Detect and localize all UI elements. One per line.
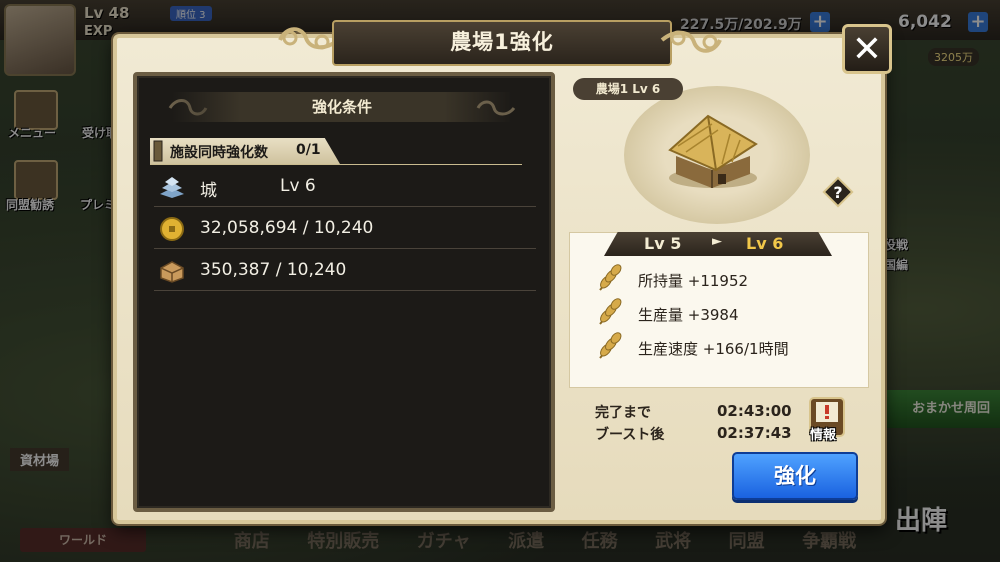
requirement-row-wood: 350,387 / 10,240	[154, 252, 536, 291]
modal-title: 農場1強化	[332, 20, 672, 66]
requirement-name: 城	[200, 181, 217, 201]
building-name-level: 農場1 Lv 6	[573, 78, 683, 100]
wheat-icon	[599, 298, 622, 325]
conditions-header: 強化条件	[172, 92, 512, 122]
complete-time-label: 完了まで	[595, 405, 651, 421]
header-ornament-right-icon	[476, 100, 516, 116]
level-from: Lv 5	[644, 234, 682, 253]
wheat-icon	[599, 332, 622, 359]
gold-coin-icon	[160, 217, 184, 241]
stat-row-capacity: 所持量 +11952	[594, 262, 864, 296]
wood-icon	[160, 261, 184, 283]
requirement-wood-amount: 350,387 / 10,240	[200, 260, 347, 280]
requirement-row-castle: 城 Lv 6	[154, 168, 536, 207]
requirement-level: Lv 6	[280, 176, 316, 196]
farm-building-icon	[668, 114, 758, 188]
castle-icon	[160, 177, 184, 198]
stat-text: 生産量 +3984	[638, 306, 739, 324]
upgrade-button[interactable]: 強化	[732, 452, 858, 500]
title-ornament-right-icon	[660, 30, 722, 53]
stat-text: 生産速度 +166/1時間	[638, 340, 789, 358]
level-arrow-icon: ►	[712, 234, 722, 249]
wheat-icon	[599, 264, 622, 291]
info-label[interactable]: 情報	[810, 424, 836, 443]
stat-row-rate: 生産速度 +166/1時間	[594, 330, 864, 364]
simultaneous-upgrade-label: 施設同時強化数	[170, 145, 268, 161]
requirement-row-gold: 32,058,694 / 10,240	[154, 210, 536, 249]
complete-time-value: 02:43:00	[717, 402, 792, 420]
tag-marker-icon	[153, 140, 163, 162]
simultaneous-upgrade-value: 0/1	[296, 142, 321, 158]
requirement-gold-amount: 32,058,694 / 10,240	[200, 218, 374, 238]
close-button[interactable]: ✕	[842, 24, 892, 74]
help-glyph: ?	[833, 183, 842, 202]
boost-time-value: 02:37:43	[717, 424, 792, 442]
stat-text: 所持量 +11952	[638, 272, 749, 290]
help-icon[interactable]: ?	[822, 176, 854, 208]
boost-time-label: ブースト後	[595, 427, 665, 443]
stat-row-production: 生産量 +3984	[594, 296, 864, 330]
level-to: Lv 6	[746, 234, 784, 253]
divider	[150, 164, 522, 165]
